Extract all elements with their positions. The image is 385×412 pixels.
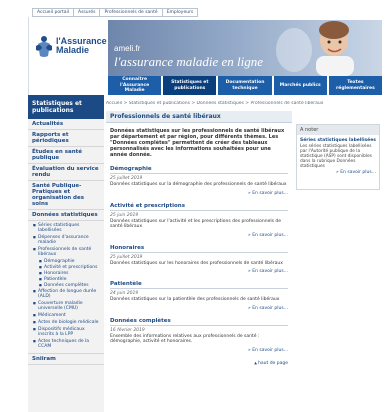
section-activite: Activité et prescriptions 25 juin 2019 D… (106, 198, 292, 240)
note-body: Les séries statistiques labellisées par … (300, 144, 372, 169)
main-content: Professionnels de santé libéraux Données… (106, 111, 292, 412)
more-link[interactable]: En savoir plus... (110, 266, 288, 276)
section-desc: Données statistiques sur les honoraires … (110, 260, 283, 266)
section-desc: Ensemble des informations relatives aux … (110, 333, 260, 345)
sidebar-sub-medicament[interactable]: Médicament (28, 312, 104, 319)
more-link[interactable]: En savoir plus... (110, 345, 288, 355)
section-honoraires: Honoraires 25 juillet 2019 Données stati… (106, 240, 292, 277)
header-banner: ameli.fr l'assurance maladie en ligne (108, 20, 382, 76)
logo-line2: Maladie (56, 45, 90, 55)
section-title[interactable]: Données complètes (110, 313, 288, 326)
left-sidebar: Statistiques et publications Actualités … (28, 95, 104, 412)
breadcrumb[interactable]: Accueil > Statistiques et publications >… (106, 101, 382, 106)
section-title[interactable]: Démographie (110, 161, 288, 174)
more-link[interactable]: En savoir plus... (110, 188, 288, 198)
sidebar-item-etudes[interactable]: Études en santé publique (28, 147, 104, 164)
banner-tagline: l'assurance maladie en ligne (114, 54, 264, 69)
page-title: Professionnels de santé libéraux (106, 111, 292, 123)
topnav-professionnels[interactable]: Professionnels de santé (100, 9, 163, 16)
section-title[interactable]: Activité et prescriptions (110, 198, 288, 211)
sidebar-sub-series[interactable]: Séries statistiques labellisées (28, 222, 104, 234)
sidebar-sub-lpp[interactable]: Dispositifs médicaux inscrits à la LPP (28, 326, 104, 338)
tab-documentation[interactable]: Documentation technique (218, 76, 272, 95)
more-link[interactable]: En savoir plus... (110, 230, 288, 240)
section-demographie: Démographie 25 juillet 2019 Données stat… (106, 161, 292, 198)
sidebar-sub-depenses[interactable]: Dépenses d'assurance maladie (28, 234, 104, 246)
banner-domain: ameli.fr (114, 44, 141, 53)
topnav-accueil[interactable]: Accueil portail (33, 9, 74, 16)
section-patientele: Patientèle 24 juin 2019 Données statisti… (106, 276, 292, 313)
sidebar-item-donnees-statistiques[interactable]: Données statistiques (28, 210, 104, 221)
sidebar-stats-group: Séries statistiques labellisées Dépenses… (28, 221, 104, 354)
sidebar-item-actualites[interactable]: Actualités (28, 119, 104, 130)
tab-statistiques[interactable]: Statistiques et publications (163, 76, 217, 95)
sidebar-sub-ccam[interactable]: Actes techniques de la CCAM (28, 338, 104, 350)
tab-textes[interactable]: Textes réglementaires (328, 76, 383, 95)
tab-marches[interactable]: Marchés publics (273, 76, 327, 95)
topnav-assures[interactable]: Assurés (74, 9, 101, 16)
page-intro: Données statistiques sur les professionn… (110, 128, 285, 158)
sidebar-item-rapports[interactable]: Rapports et périodiques (28, 130, 104, 147)
section-date: 25 juillet 2019 (110, 254, 143, 260)
back-to-top-link[interactable]: haut de page (106, 355, 292, 366)
section-desc: Données statistiques sur la patientèle d… (110, 297, 280, 302)
topnav-employeurs[interactable]: Employeurs (163, 9, 198, 16)
sidebar-sub-professionnels[interactable]: Professionnels de santé libéraux (28, 246, 104, 258)
section-date: 25 juillet 2019 (110, 176, 143, 181)
section-donnees-completes: Données complètes 16 février 2019 Ensemb… (106, 313, 292, 355)
note-header: A noter (297, 125, 379, 135)
section-date: 25 juin 2019 (110, 212, 139, 218)
section-desc: Données statistiques sur l'activité et l… (110, 218, 282, 230)
note-more-link[interactable]: En savoir plus... (297, 170, 379, 175)
sidebar-item-evaluation[interactable]: Évaluation du service rendu (28, 164, 104, 181)
sidebar-sub-cmu[interactable]: Couverture maladie universelle (CMU) (28, 300, 104, 312)
main-tabs: Connaître l'Assurance Maladie Statistiqu… (108, 76, 383, 95)
section-desc: Données statistiques sur la démographie … (110, 182, 287, 187)
section-title[interactable]: Honoraires (110, 240, 288, 253)
logo-mark-icon (34, 34, 54, 58)
more-link[interactable]: En savoir plus... (110, 303, 288, 313)
note-box: A noter Séries statistiques labellisées … (296, 124, 380, 190)
section-title[interactable]: Patientèle (110, 276, 288, 289)
sidebar-header: Statistiques et publications (28, 95, 104, 119)
assurance-maladie-logo[interactable]: l'Assurance Maladie (34, 26, 107, 66)
sidebar-item-sante-publique[interactable]: Santé Publique- Pratiques et organisatio… (28, 181, 104, 210)
tab-connaitre[interactable]: Connaître l'Assurance Maladie (108, 76, 162, 95)
logo-text: l'Assurance Maladie (56, 37, 107, 55)
section-date: 16 février 2019 (110, 327, 145, 333)
sidebar-sub-biologie[interactable]: Actes de biologie médicale (28, 319, 104, 326)
top-navigation: Accueil portail Assurés Professionnels d… (32, 8, 199, 17)
banner-photo (276, 21, 354, 76)
sidebar-item-sniiram[interactable]: Sniiram (28, 354, 104, 365)
sidebar-sub-ald[interactable]: Affection de longue durée (ALD) (28, 288, 104, 300)
section-date: 24 juin 2019 (110, 291, 139, 296)
note-title[interactable]: Séries statistiques labellisées (297, 135, 379, 143)
